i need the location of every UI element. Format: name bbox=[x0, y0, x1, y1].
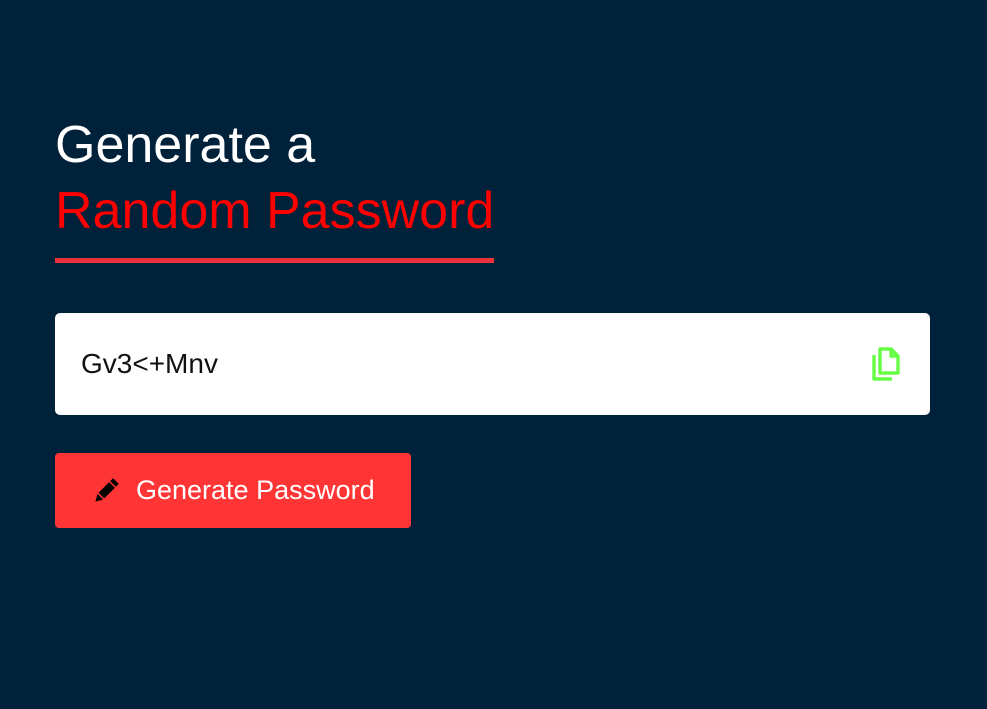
generate-password-button[interactable]: Generate Password bbox=[55, 453, 411, 528]
title-line-2: Random Password bbox=[55, 182, 495, 240]
password-display bbox=[55, 313, 930, 415]
pencil-icon bbox=[91, 476, 121, 506]
page-title: Generate a Random Password bbox=[55, 112, 495, 263]
password-field[interactable] bbox=[81, 348, 781, 380]
title-line-1: Generate a bbox=[55, 116, 316, 174]
password-generator: Generate a Random Password Generate Pass… bbox=[55, 112, 930, 528]
copy-icon-graphic bbox=[872, 347, 900, 381]
generate-password-label: Generate Password bbox=[136, 475, 375, 505]
copy-icon[interactable] bbox=[870, 346, 902, 382]
